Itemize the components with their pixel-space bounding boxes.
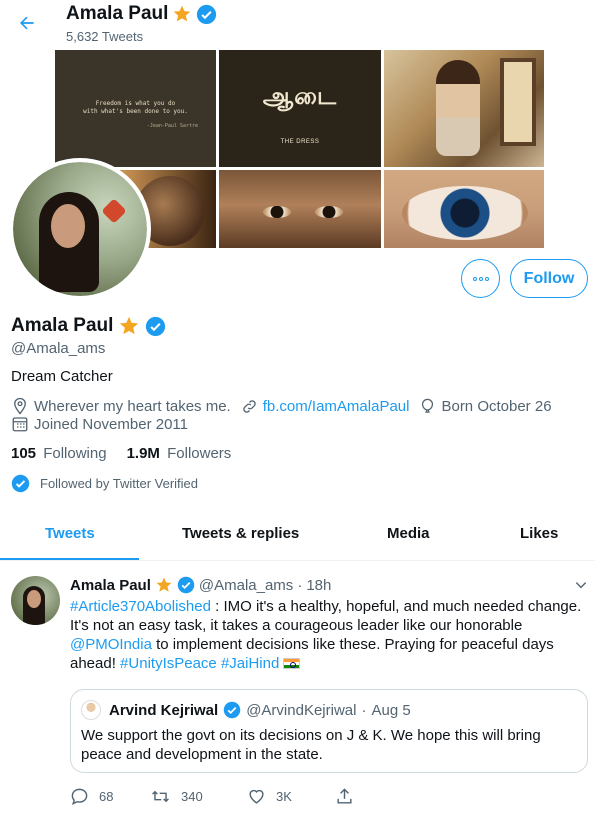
location-pin-icon <box>14 397 26 415</box>
following-link[interactable]: 105 Following <box>11 445 107 462</box>
hashtag-link[interactable]: #UnityIsPeace <box>120 655 217 672</box>
like-button[interactable]: 3K <box>247 787 335 806</box>
banner-quote-author: -Jean-Paul Sartre <box>146 122 198 129</box>
back-button[interactable] <box>14 10 40 36</box>
tweet-author-name[interactable]: Amala Paul <box>70 577 151 594</box>
tweet-text: #Article370Abolished : IMO it's a health… <box>70 597 586 673</box>
quoted-tweet[interactable]: Arvind Kejriwal @ArvindKejriwal · Aug 5 … <box>70 689 588 773</box>
profile-birthday: Born October 26 <box>419 397 552 415</box>
balloon-icon <box>422 398 434 413</box>
more-icon-dot <box>484 276 489 281</box>
profile-joined: Joined November 2011 <box>11 415 188 433</box>
profile-name: Amala Paul <box>11 315 166 337</box>
reply-count: 68 <box>99 789 114 804</box>
followers-link[interactable]: 1.9M Followers <box>127 445 232 462</box>
quoted-tweet-header: Arvind Kejriwal @ArvindKejriwal · Aug 5 <box>81 700 411 720</box>
divider <box>0 560 595 561</box>
tweet-header: Amala Paul @Amala_ams · 18h <box>70 576 331 594</box>
banner-quote-line1: Freedom is what you do <box>95 100 176 107</box>
followers-label: Followers <box>167 445 232 462</box>
tab-tweets[interactable]: Tweets <box>45 525 95 542</box>
profile-location-text: Wherever my heart takes me. <box>34 397 231 415</box>
profile-website[interactable]: fb.com/IamAmalaPaul <box>241 398 410 415</box>
tweet-menu-button[interactable] <box>574 578 588 597</box>
share-button[interactable] <box>335 787 354 806</box>
profile-name-text: Amala Paul <box>11 315 114 336</box>
banner-photo-tile <box>384 50 544 167</box>
hashtag-link[interactable]: #Article370Abolished <box>70 598 211 615</box>
more-options-button[interactable] <box>461 259 500 298</box>
star-icon <box>120 316 139 335</box>
followed-by[interactable]: Followed by Twitter Verified <box>11 474 198 493</box>
share-icon <box>337 788 352 804</box>
profile-handle: @Amala_ams <box>11 340 106 357</box>
banner-title-tile: ஆடை THE DRESS <box>219 50 381 167</box>
link-icon <box>243 399 256 413</box>
profile-avatar[interactable] <box>9 158 151 300</box>
banner-quote-line2: with what's been done to you. <box>83 108 188 116</box>
profile-bio: Dream Catcher <box>11 368 113 385</box>
verified-badge-icon <box>177 576 195 594</box>
profile-location: Wherever my heart takes me. <box>11 397 231 415</box>
reply-icon <box>71 788 88 805</box>
hashtag-link[interactable]: #JaiHind <box>221 655 279 672</box>
quoted-author-name: Arvind Kejriwal <box>109 701 219 719</box>
following-count: 105 <box>11 445 37 462</box>
retweet-button[interactable]: 340 <box>150 787 247 806</box>
profile-meta: Wherever my heart takes me. fb.com/IamAm… <box>11 397 562 415</box>
tweet-author-handle[interactable]: @Amala_ams <box>199 577 293 594</box>
profile-website-link[interactable]: fb.com/IamAmalaPaul <box>263 398 410 415</box>
tab-tweets-replies[interactable]: Tweets & replies <box>182 525 299 542</box>
retweet-count: 340 <box>181 789 203 804</box>
reply-button[interactable]: 68 <box>70 787 150 806</box>
quoted-author-handle: @ArvindKejriwal <box>246 701 357 719</box>
tweet-time[interactable]: 18h <box>306 577 331 594</box>
arrow-left-icon <box>20 16 34 30</box>
mention-link[interactable]: @PMOIndia <box>70 636 152 653</box>
tab-media[interactable]: Media <box>387 525 430 542</box>
profile-birthday-text: Born October 26 <box>441 397 552 415</box>
banner-quote-tile: Freedom is what you do with what's been … <box>55 50 216 167</box>
follow-counts: 105 Following 1.9M Followers <box>11 445 231 462</box>
followers-count: 1.9M <box>126 445 160 462</box>
banner-movie-title: ஆடை <box>262 80 338 110</box>
tweet-count: 5,632 Tweets <box>66 29 144 44</box>
more-icon-dot <box>472 276 477 281</box>
india-flag-icon <box>283 658 301 669</box>
star-icon <box>174 5 191 22</box>
follow-button[interactable]: Follow <box>510 259 588 298</box>
retweet-icon <box>152 790 169 803</box>
more-icon-dot <box>478 276 483 281</box>
verified-badge-icon <box>223 701 241 719</box>
tweet-separator: · <box>297 576 303 594</box>
quoted-separator: · <box>361 701 367 719</box>
chevron-down-icon <box>575 582 587 589</box>
heart-icon <box>249 789 264 804</box>
verified-badge-icon <box>11 474 30 493</box>
header-title: Amala Paul <box>66 3 217 25</box>
quoted-tweet-text: We support the govt on its decisions on … <box>81 727 541 763</box>
verified-badge-icon <box>146 316 166 336</box>
star-icon <box>156 577 172 592</box>
header-name: Amala Paul <box>66 3 169 24</box>
banner-eye-closeup-tile <box>384 170 544 248</box>
profile-header: Amala Paul 5,632 Tweets <box>0 0 595 48</box>
like-count: 3K <box>276 789 292 804</box>
quoted-date: Aug 5 <box>371 701 411 719</box>
verified-badge-icon <box>197 4 217 24</box>
banner-eyes-tile <box>219 170 381 248</box>
tab-likes[interactable]: Likes <box>520 525 558 542</box>
calendar-icon <box>12 417 28 432</box>
profile-joined-text: Joined November 2011 <box>34 415 188 433</box>
following-label: Following <box>43 445 107 462</box>
banner-movie-subtitle: THE DRESS <box>280 138 320 145</box>
tweet-actions: 68 340 3K <box>70 787 354 806</box>
tweet-avatar[interactable] <box>11 576 60 625</box>
profile-tabs: Tweets Tweets & replies Media Likes <box>0 509 595 560</box>
quoted-avatar <box>81 700 101 720</box>
followed-by-text: Followed by Twitter Verified <box>40 476 198 491</box>
